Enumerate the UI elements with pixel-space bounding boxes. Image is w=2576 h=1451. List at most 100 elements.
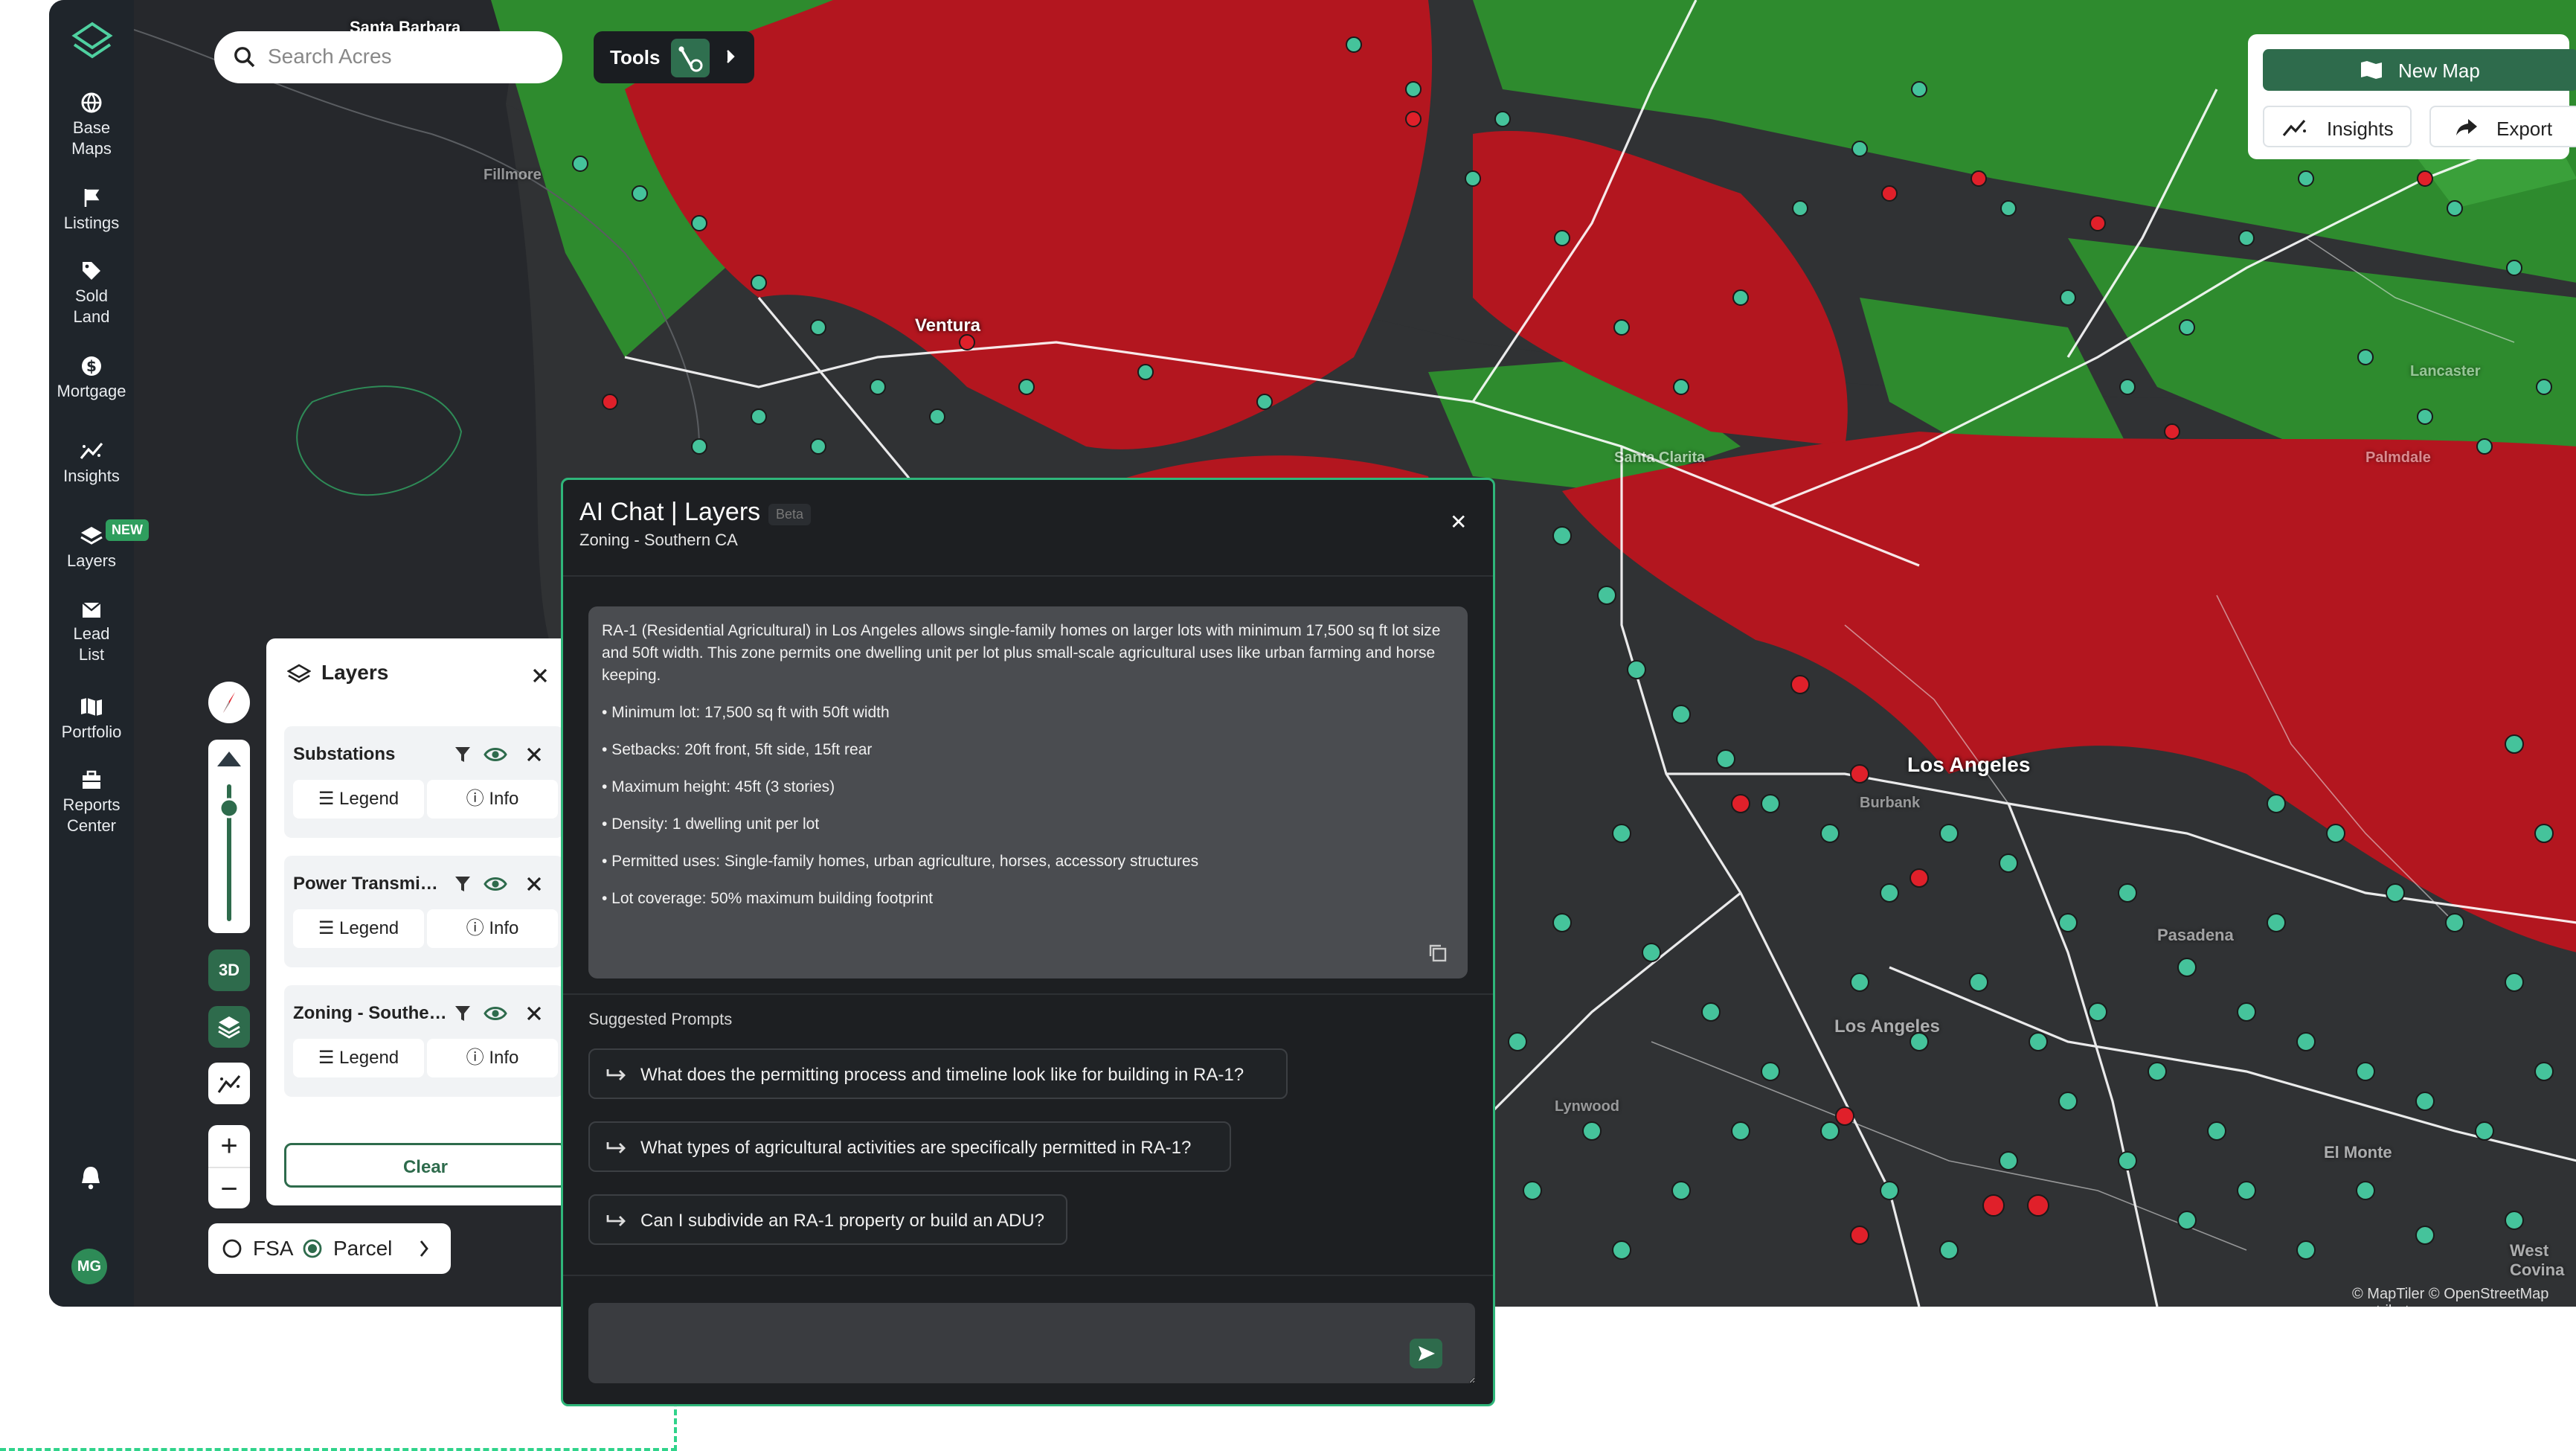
- suggested-prompt-text: Can I subdivide an RA-1 property or buil…: [640, 1211, 1044, 1231]
- layer-card-zoning: Zoning - Southern CA ☰ Legend ⓘ Info: [284, 985, 564, 1097]
- info-label: Info: [489, 1048, 519, 1068]
- share-icon: [2456, 119, 2477, 135]
- sidebar-item-portfolio[interactable]: Portfolio: [49, 696, 134, 743]
- suggested-prompt[interactable]: Can I subdivide an RA-1 property or buil…: [588, 1194, 1067, 1245]
- parcel-label[interactable]: Parcel: [333, 1237, 392, 1261]
- info-label: Info: [489, 789, 519, 809]
- sidebar-item-label: Listings: [63, 214, 120, 232]
- map-label-palmdale: Palmdale: [2365, 449, 2431, 466]
- layers-toggle-button[interactable]: [208, 1006, 250, 1048]
- close-chat-button[interactable]: ✕: [1450, 510, 1467, 534]
- remove-layer-icon[interactable]: [527, 877, 542, 891]
- suggested-prompt[interactable]: What does the permitting process and tim…: [588, 1048, 1288, 1099]
- map-attribution[interactable]: © MapTiler © OpenStreetMap contributors: [2352, 1286, 2576, 1307]
- map-label-west-covina: West Covina: [2510, 1241, 2565, 1279]
- sidebar-item-label: Layers: [66, 551, 117, 570]
- map-label-fillmore: Fillmore: [484, 167, 542, 183]
- list-icon: ☰: [318, 1048, 340, 1068]
- sidebar: Base Maps Listings Sold Land $ Mortgage …: [49, 0, 149, 1307]
- chevron-right-icon[interactable]: [725, 48, 736, 65]
- legend-label: Legend: [339, 1048, 399, 1068]
- chat-title: AI Chat | Layers: [579, 498, 761, 526]
- copy-icon[interactable]: [1429, 944, 1447, 962]
- list-icon: ☰: [318, 789, 340, 809]
- info-button[interactable]: ⓘ Info: [427, 1039, 558, 1077]
- layers-icon: [218, 1016, 240, 1039]
- sidebar-item-base-maps[interactable]: Base Maps: [49, 92, 134, 159]
- eye-icon[interactable]: [484, 746, 507, 763]
- legend-button[interactable]: ☰ Legend: [293, 909, 424, 948]
- search-bar[interactable]: [214, 31, 562, 83]
- sidebar-item-listings[interactable]: Listings: [49, 188, 134, 234]
- message-bullet: • Minimum lot: 17,500 sq ft with 50ft wi…: [602, 704, 890, 721]
- send-button[interactable]: [1410, 1339, 1442, 1368]
- eye-icon[interactable]: [484, 875, 507, 893]
- close-icon[interactable]: [533, 668, 547, 683]
- tools-active-button[interactable]: [671, 39, 710, 77]
- info-icon: ⓘ: [466, 918, 489, 938]
- map-label-ventura: Ventura: [915, 315, 981, 336]
- tools-menu[interactable]: Tools: [594, 31, 754, 83]
- briefcase-icon: [83, 770, 100, 789]
- avatar[interactable]: MG: [71, 1249, 107, 1284]
- pitch-slider[interactable]: [208, 740, 250, 933]
- filter-icon[interactable]: [454, 746, 472, 763]
- search-icon: [234, 47, 255, 68]
- toggle-3d-button[interactable]: 3D: [208, 949, 250, 991]
- filter-icon[interactable]: [454, 875, 472, 893]
- message-intro: RA-1 (Residential Agricultural) in Los A…: [602, 622, 1441, 684]
- radio-parcel[interactable]: [302, 1238, 323, 1259]
- zoom-controls: + −: [208, 1125, 250, 1208]
- sidebar-item-reports-center[interactable]: Reports Center: [49, 769, 134, 836]
- remove-layer-icon[interactable]: [527, 747, 542, 762]
- app-logo-icon[interactable]: [70, 21, 115, 65]
- suggested-prompt[interactable]: What types of agricultural activities ar…: [588, 1121, 1231, 1172]
- chat-message-input[interactable]: [588, 1303, 1475, 1383]
- svg-text:$: $: [86, 357, 97, 375]
- map-label-burbank: Burbank: [1860, 795, 1921, 811]
- insights-icon: [2282, 119, 2306, 137]
- insights-tool-button[interactable]: [208, 1063, 250, 1104]
- sidebar-item-insights[interactable]: Insights: [49, 441, 134, 487]
- export-button[interactable]: Export: [2429, 106, 2576, 147]
- chevron-right-icon[interactable]: [418, 1240, 430, 1258]
- layers-icon: [80, 527, 103, 545]
- clear-layers-button[interactable]: Clear: [284, 1143, 567, 1188]
- map-label-el-monte: El Monte: [2324, 1143, 2392, 1162]
- legend-button[interactable]: ☰ Legend: [293, 1039, 424, 1077]
- info-button[interactable]: ⓘ Info: [427, 780, 558, 819]
- export-label: Export: [2496, 118, 2553, 140]
- new-map-label: New Map: [2398, 60, 2480, 82]
- ruler-icon: [678, 46, 703, 72]
- zoom-out-button[interactable]: −: [208, 1167, 250, 1210]
- mail-icon: [82, 602, 101, 618]
- dollar-icon: $: [82, 356, 101, 376]
- sidebar-item-mortgage[interactable]: $ Mortgage: [49, 356, 134, 402]
- radio-fsa[interactable]: [222, 1238, 242, 1259]
- legend-button[interactable]: ☰ Legend: [293, 780, 424, 819]
- sidebar-item-label: Portfolio: [61, 723, 122, 741]
- bell-icon[interactable]: [77, 1164, 104, 1191]
- zoom-in-button[interactable]: +: [208, 1125, 250, 1167]
- search-input[interactable]: [265, 43, 553, 70]
- sidebar-item-lead-list[interactable]: Lead List: [49, 601, 134, 665]
- message-bullet: • Lot coverage: 50% maximum building foo…: [602, 890, 934, 907]
- map-label-santa-clarita: Santa Clarita: [1614, 449, 1706, 466]
- message-bullet: • Permitted uses: Single-family homes, u…: [602, 853, 1199, 870]
- layer-name: Substations: [293, 744, 396, 764]
- remove-layer-icon[interactable]: [527, 1006, 542, 1021]
- fsa-label[interactable]: FSA: [253, 1237, 293, 1261]
- info-label: Info: [489, 918, 519, 938]
- ai-chat-panel: AI Chat | Layers Beta Zoning - Southern …: [561, 478, 1495, 1406]
- info-button[interactable]: ⓘ Info: [427, 909, 558, 948]
- new-map-button[interactable]: New Map: [2263, 49, 2576, 91]
- compass-button[interactable]: [208, 682, 250, 723]
- filter-icon[interactable]: [454, 1005, 472, 1022]
- info-icon: ⓘ: [466, 789, 489, 809]
- legend-label: Legend: [339, 918, 399, 938]
- divider: [563, 575, 1493, 577]
- sidebar-item-sold-land[interactable]: Sold Land: [49, 260, 134, 327]
- insights-button[interactable]: Insights: [2263, 106, 2412, 147]
- eye-icon[interactable]: [484, 1005, 507, 1022]
- map-label-pasadena: Pasadena: [2157, 926, 2234, 944]
